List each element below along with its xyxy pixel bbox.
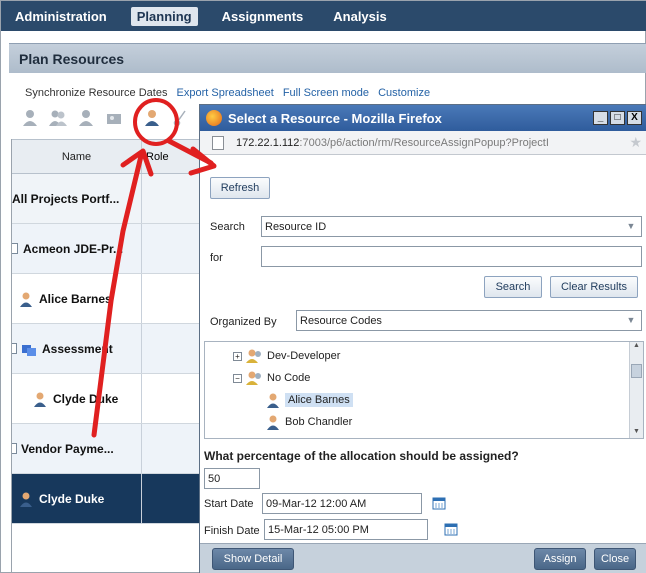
full-screen-link[interactable]: Full Screen mode	[283, 87, 369, 99]
add-resource-icon[interactable]	[19, 108, 41, 128]
finish-date-input[interactable]: 15-Mar-12 05:00 PM	[264, 519, 428, 540]
url-path: :7003/p6/action/rm/ResourceAssignPopup?P…	[299, 136, 550, 149]
refresh-button[interactable]: Refresh	[210, 177, 270, 199]
select-resource-popup: Select a Resource - Mozilla Firefox _ □ …	[199, 104, 646, 573]
calendar-icon[interactable]	[444, 522, 458, 536]
url-bar[interactable]: 172.22.1.112 :7003/p6/action/rm/Resource…	[200, 131, 646, 155]
cut-icon[interactable]	[169, 108, 191, 128]
popup-titlebar[interactable]: Select a Resource - Mozilla Firefox _ □ …	[200, 105, 646, 131]
resource-card-icon[interactable]	[103, 108, 125, 128]
table-row[interactable]: All Projects Portf...	[12, 174, 206, 224]
chevron-down-icon: ▼	[626, 315, 636, 325]
sync-resource-dates-link[interactable]: Synchronize Resource Dates	[25, 87, 167, 99]
scroll-up-icon[interactable]: ▲	[630, 342, 643, 354]
table-row[interactable]: Clyde Duke	[12, 374, 206, 424]
table-row-selected[interactable]: Clyde Duke	[12, 474, 206, 524]
calendar-icon[interactable]	[432, 496, 446, 510]
person-icon	[267, 415, 279, 430]
organized-by-label: Organized By	[210, 316, 277, 328]
start-date-label: Start Date	[204, 498, 254, 510]
customize-link[interactable]: Customize	[378, 87, 430, 99]
chevron-down-icon: ▼	[626, 221, 636, 231]
search-by-select[interactable]: Resource ID ▼	[261, 216, 642, 237]
export-spreadsheet-link[interactable]: Export Spreadsheet	[177, 87, 274, 99]
popup-body: Refresh Search Resource ID ▼ for Search C…	[200, 155, 646, 573]
popup-title: Select a Resource - Mozilla Firefox	[228, 110, 442, 126]
finish-date-label: Finish Date	[204, 525, 260, 537]
firefox-icon	[206, 110, 222, 126]
tab-assignments[interactable]: Assignments	[216, 7, 310, 26]
row-name: Assessment	[12, 324, 142, 373]
table-row[interactable]: Alice Barnes	[12, 274, 206, 324]
action-links: Synchronize Resource Dates Export Spread…	[25, 87, 436, 99]
row-name: Acmeon JDE-Pr...	[12, 224, 142, 273]
tab-planning[interactable]: Planning	[130, 6, 198, 26]
bookmark-star-icon[interactable]: ★	[629, 134, 642, 151]
for-label: for	[210, 252, 223, 264]
page-icon	[212, 135, 224, 150]
resource-tree: + Dev-Developer − No Code Alice Barnes B…	[204, 341, 644, 439]
row-name: All Projects Portf...	[12, 174, 142, 223]
tree-node-dev-developer[interactable]: + Dev-Developer	[233, 348, 340, 364]
tab-analysis[interactable]: Analysis	[327, 7, 392, 26]
grid-header: Name Role	[12, 139, 206, 174]
resource-group-icon	[246, 349, 261, 363]
folder-icon	[22, 344, 36, 356]
tree-node-alice-barnes[interactable]: Alice Barnes	[265, 392, 353, 408]
resource-group-icon	[246, 371, 261, 385]
popup-footer: Show Detail Assign Close	[200, 543, 646, 573]
expand-icon[interactable]: +	[233, 351, 242, 361]
person-icon	[20, 292, 32, 307]
close-window-button[interactable]: X	[627, 111, 642, 125]
assign-button[interactable]: Assign	[534, 548, 586, 570]
resource-icon[interactable]	[75, 108, 97, 128]
organized-by-select[interactable]: Resource Codes ▼	[296, 310, 642, 331]
clear-results-button[interactable]: Clear Results	[550, 276, 638, 298]
row-name: Vendor Payme...	[12, 424, 142, 473]
search-button[interactable]: Search	[484, 276, 542, 298]
scroll-thumb[interactable]	[631, 364, 642, 378]
resource-grid: Name Role All Projects Portf... Acmeon J…	[11, 139, 206, 573]
percent-input[interactable]: 50	[204, 468, 260, 489]
assign-resource-icon[interactable]	[141, 108, 163, 128]
person-icon	[267, 393, 279, 408]
add-resources-icon[interactable]	[47, 108, 69, 128]
url-host: 172.22.1.112	[236, 136, 300, 149]
top-nav: Administration Planning Assignments Anal…	[1, 1, 646, 31]
project-icon	[12, 243, 18, 254]
search-input[interactable]	[261, 246, 642, 267]
start-date-input[interactable]: 09-Mar-12 12:00 AM	[262, 493, 422, 514]
table-row[interactable]: Acmeon JDE-Pr...	[12, 224, 206, 274]
page-title: Plan Resources	[9, 43, 646, 73]
person-icon	[34, 392, 46, 407]
table-row[interactable]: Vendor Payme...	[12, 424, 206, 474]
column-role-header[interactable]: Role	[142, 140, 206, 173]
person-icon	[20, 492, 32, 507]
toolbar	[19, 108, 191, 128]
table-row[interactable]: Assessment	[12, 324, 206, 374]
tab-administration[interactable]: Administration	[9, 7, 113, 26]
tree-scrollbar[interactable]: ▲ ▼	[629, 342, 643, 438]
allocation-question: What percentage of the allocation should…	[204, 449, 519, 463]
close-button[interactable]: Close	[594, 548, 636, 570]
row-name: Clyde Duke	[12, 474, 142, 523]
search-label: Search	[210, 221, 245, 233]
show-detail-button[interactable]: Show Detail	[212, 548, 294, 570]
minimize-button[interactable]: _	[593, 111, 608, 125]
row-name: Alice Barnes	[12, 274, 142, 323]
column-name-header[interactable]: Name	[12, 140, 142, 173]
row-name: Clyde Duke	[12, 374, 142, 423]
tree-node-no-code[interactable]: − No Code	[233, 370, 310, 386]
maximize-button[interactable]: □	[610, 111, 625, 125]
scroll-down-icon[interactable]: ▼	[630, 428, 643, 438]
window-controls: _ □ X	[593, 111, 642, 125]
tree-node-bob-chandler[interactable]: Bob Chandler	[265, 414, 352, 430]
collapse-icon[interactable]: −	[233, 373, 242, 383]
